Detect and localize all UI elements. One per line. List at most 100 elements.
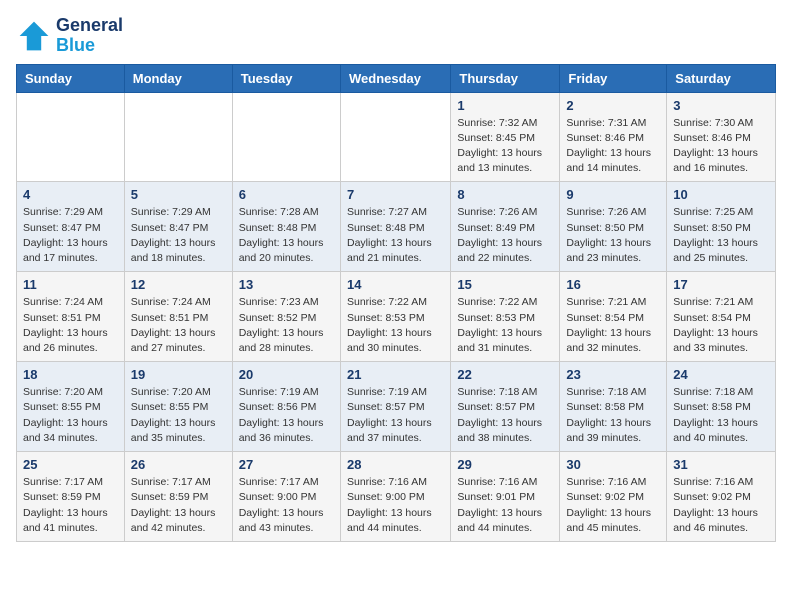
day-info: Sunrise: 7:20 AM Sunset: 8:55 PM Dayligh… xyxy=(23,385,118,446)
day-info: Sunrise: 7:19 AM Sunset: 8:56 PM Dayligh… xyxy=(239,385,334,446)
day-number: 4 xyxy=(23,187,118,202)
day-info: Sunrise: 7:16 AM Sunset: 9:02 PM Dayligh… xyxy=(566,475,660,536)
day-info: Sunrise: 7:16 AM Sunset: 9:02 PM Dayligh… xyxy=(673,475,769,536)
calendar-day-26: 26 Sunrise: 7:17 AM Sunset: 8:59 PM Dayli… xyxy=(124,452,232,542)
weekday-header-friday: Friday xyxy=(560,64,667,92)
day-number: 27 xyxy=(239,457,334,472)
weekday-header-tuesday: Tuesday xyxy=(232,64,340,92)
day-number: 16 xyxy=(566,277,660,292)
day-info: Sunrise: 7:22 AM Sunset: 8:53 PM Dayligh… xyxy=(347,295,444,356)
day-info: Sunrise: 7:17 AM Sunset: 8:59 PM Dayligh… xyxy=(23,475,118,536)
calendar-week-row: 25Sunrise: 7:17 AM Sunset: 8:59 PM Dayli… xyxy=(17,452,776,542)
day-info: Sunrise: 7:21 AM Sunset: 8:54 PM Dayligh… xyxy=(673,295,769,356)
day-info: Sunrise: 7:29 AM Sunset: 8:47 PM Dayligh… xyxy=(131,205,226,266)
calendar-day-18: 18Sunrise: 7:20 AM Sunset: 8:55 PM Dayli… xyxy=(17,362,125,452)
day-number: 20 xyxy=(239,367,334,382)
day-number: 12 xyxy=(131,277,226,292)
day-number: 6 xyxy=(239,187,334,202)
day-info: Sunrise: 7:26 AM Sunset: 8:50 PM Dayligh… xyxy=(566,205,660,266)
day-info: Sunrise: 7:17 AM Sunset: 8:59 PM Dayligh… xyxy=(131,475,226,536)
calendar-day-5: 5 Sunrise: 7:29 AM Sunset: 8:47 PM Daylig… xyxy=(124,182,232,272)
day-number: 9 xyxy=(566,187,660,202)
day-number: 10 xyxy=(673,187,769,202)
calendar-day-17: 17 Sunrise: 7:21 AM Sunset: 8:54 PM Dayli… xyxy=(667,272,776,362)
calendar-day-25: 25Sunrise: 7:17 AM Sunset: 8:59 PM Dayli… xyxy=(17,452,125,542)
day-number: 13 xyxy=(239,277,334,292)
weekday-header-monday: Monday xyxy=(124,64,232,92)
calendar-day-6: 6 Sunrise: 7:28 AM Sunset: 8:48 PM Daylig… xyxy=(232,182,340,272)
day-number: 3 xyxy=(673,98,769,113)
calendar-day-21: 21 Sunrise: 7:19 AM Sunset: 8:57 PM Dayli… xyxy=(340,362,450,452)
day-info: Sunrise: 7:26 AM Sunset: 8:49 PM Dayligh… xyxy=(457,205,553,266)
calendar-day-11: 11 Sunrise: 7:24 AM Sunset: 8:51 PM Dayli… xyxy=(17,272,125,362)
calendar-day-7: 7 Sunrise: 7:27 AM Sunset: 8:48 PM Daylig… xyxy=(340,182,450,272)
day-info: Sunrise: 7:30 AM Sunset: 8:46 PM Dayligh… xyxy=(673,116,769,177)
day-number: 17 xyxy=(673,277,769,292)
day-number: 31 xyxy=(673,457,769,472)
weekday-header-saturday: Saturday xyxy=(667,64,776,92)
day-info: Sunrise: 7:18 AM Sunset: 8:58 PM Dayligh… xyxy=(566,385,660,446)
weekday-header-thursday: Thursday xyxy=(451,64,560,92)
calendar-day-13: 13 Sunrise: 7:23 AM Sunset: 8:52 PM Dayli… xyxy=(232,272,340,362)
calendar-day-4: 4 Sunrise: 7:29 AM Sunset: 8:47 PM Daylig… xyxy=(17,182,125,272)
day-info: Sunrise: 7:31 AM Sunset: 8:46 PM Dayligh… xyxy=(566,116,660,177)
logo-icon xyxy=(16,18,52,54)
calendar-empty-cell xyxy=(232,92,340,182)
day-number: 19 xyxy=(131,367,226,382)
day-info: Sunrise: 7:27 AM Sunset: 8:48 PM Dayligh… xyxy=(347,205,444,266)
day-number: 7 xyxy=(347,187,444,202)
weekday-header-wednesday: Wednesday xyxy=(340,64,450,92)
day-number: 22 xyxy=(457,367,553,382)
page-header: General Blue xyxy=(16,16,776,56)
calendar-day-9: 9 Sunrise: 7:26 AM Sunset: 8:50 PM Daylig… xyxy=(560,182,667,272)
day-number: 26 xyxy=(131,457,226,472)
day-number: 23 xyxy=(566,367,660,382)
day-info: Sunrise: 7:32 AM Sunset: 8:45 PM Dayligh… xyxy=(457,116,553,177)
day-info: Sunrise: 7:17 AM Sunset: 9:00 PM Dayligh… xyxy=(239,475,334,536)
calendar-empty-cell xyxy=(17,92,125,182)
calendar-day-12: 12 Sunrise: 7:24 AM Sunset: 8:51 PM Dayli… xyxy=(124,272,232,362)
calendar-week-row: 4 Sunrise: 7:29 AM Sunset: 8:47 PM Daylig… xyxy=(17,182,776,272)
calendar-week-row: 1 Sunrise: 7:32 AM Sunset: 8:45 PM Daylig… xyxy=(17,92,776,182)
calendar-day-16: 16 Sunrise: 7:21 AM Sunset: 8:54 PM Dayli… xyxy=(560,272,667,362)
day-number: 5 xyxy=(131,187,226,202)
calendar-day-27: 27 Sunrise: 7:17 AM Sunset: 9:00 PM Dayli… xyxy=(232,452,340,542)
day-info: Sunrise: 7:25 AM Sunset: 8:50 PM Dayligh… xyxy=(673,205,769,266)
day-number: 29 xyxy=(457,457,553,472)
calendar-day-24: 24Sunrise: 7:18 AM Sunset: 8:58 PM Dayli… xyxy=(667,362,776,452)
day-info: Sunrise: 7:22 AM Sunset: 8:53 PM Dayligh… xyxy=(457,295,553,356)
day-number: 2 xyxy=(566,98,660,113)
day-number: 14 xyxy=(347,277,444,292)
calendar-day-15: 15 Sunrise: 7:22 AM Sunset: 8:53 PM Dayli… xyxy=(451,272,560,362)
day-number: 8 xyxy=(457,187,553,202)
day-info: Sunrise: 7:21 AM Sunset: 8:54 PM Dayligh… xyxy=(566,295,660,356)
calendar-day-23: 23 Sunrise: 7:18 AM Sunset: 8:58 PM Dayli… xyxy=(560,362,667,452)
day-info: Sunrise: 7:16 AM Sunset: 9:01 PM Dayligh… xyxy=(457,475,553,536)
day-info: Sunrise: 7:29 AM Sunset: 8:47 PM Dayligh… xyxy=(23,205,118,266)
calendar-week-row: 18Sunrise: 7:20 AM Sunset: 8:55 PM Dayli… xyxy=(17,362,776,452)
day-number: 21 xyxy=(347,367,444,382)
day-number: 15 xyxy=(457,277,553,292)
day-number: 28 xyxy=(347,457,444,472)
calendar-empty-cell xyxy=(340,92,450,182)
calendar-empty-cell xyxy=(124,92,232,182)
weekday-header-sunday: Sunday xyxy=(17,64,125,92)
day-number: 1 xyxy=(457,98,553,113)
calendar-day-20: 20 Sunrise: 7:19 AM Sunset: 8:56 PM Dayli… xyxy=(232,362,340,452)
calendar-day-22: 22Sunrise: 7:18 AM Sunset: 8:57 PM Dayli… xyxy=(451,362,560,452)
day-number: 11 xyxy=(23,277,118,292)
day-info: Sunrise: 7:24 AM Sunset: 8:51 PM Dayligh… xyxy=(23,295,118,356)
calendar-day-14: 14 Sunrise: 7:22 AM Sunset: 8:53 PM Dayli… xyxy=(340,272,450,362)
day-info: Sunrise: 7:24 AM Sunset: 8:51 PM Dayligh… xyxy=(131,295,226,356)
calendar-day-19: 19Sunrise: 7:20 AM Sunset: 8:55 PM Dayli… xyxy=(124,362,232,452)
day-info: Sunrise: 7:28 AM Sunset: 8:48 PM Dayligh… xyxy=(239,205,334,266)
day-info: Sunrise: 7:19 AM Sunset: 8:57 PM Dayligh… xyxy=(347,385,444,446)
logo: General Blue xyxy=(16,16,123,56)
calendar-week-row: 11 Sunrise: 7:24 AM Sunset: 8:51 PM Dayli… xyxy=(17,272,776,362)
calendar-day-2: 2 Sunrise: 7:31 AM Sunset: 8:46 PM Daylig… xyxy=(560,92,667,182)
day-info: Sunrise: 7:23 AM Sunset: 8:52 PM Dayligh… xyxy=(239,295,334,356)
calendar-day-28: 28Sunrise: 7:16 AM Sunset: 9:00 PM Dayli… xyxy=(340,452,450,542)
calendar-day-29: 29 Sunrise: 7:16 AM Sunset: 9:01 PM Dayli… xyxy=(451,452,560,542)
day-info: Sunrise: 7:18 AM Sunset: 8:58 PM Dayligh… xyxy=(673,385,769,446)
calendar-day-3: 3 Sunrise: 7:30 AM Sunset: 8:46 PM Daylig… xyxy=(667,92,776,182)
